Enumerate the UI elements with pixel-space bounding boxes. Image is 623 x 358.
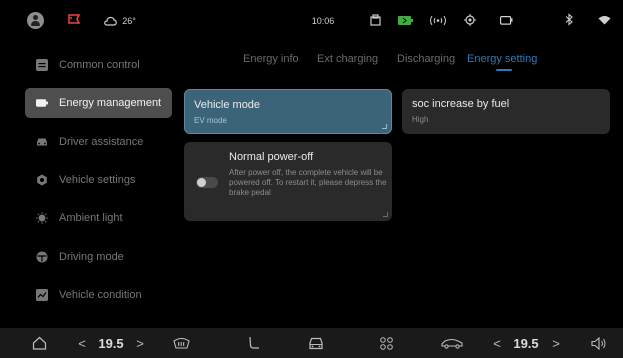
battery-icon	[398, 16, 413, 25]
sidebar-item-driving-mode[interactable]: Driving mode	[25, 242, 172, 272]
front-defrost-icon	[172, 337, 190, 349]
power-off-description: After power off, the complete vehicle wi…	[229, 168, 387, 197]
clipboard-icon	[370, 14, 381, 26]
volume-icon	[591, 336, 606, 350]
status-bar: 26° 10:06	[0, 0, 623, 42]
sidebar-item-label: Vehicle condition	[59, 289, 142, 301]
vehicle-mode-value: EV mode	[194, 116, 227, 125]
sidebar-item-vehicle-settings[interactable]: Vehicle settings	[25, 165, 172, 195]
right-temp-decrease[interactable]: <	[490, 328, 504, 358]
bottom-bar: < 19.5 > < 19.5 >	[0, 328, 623, 358]
soc-increase-title: soc increase by fuel	[412, 98, 510, 110]
chart-icon	[36, 289, 48, 301]
sidebar-item-label: Ambient light	[59, 212, 123, 224]
weather-temp: 26°	[122, 16, 136, 26]
left-temperature: 19.5	[98, 335, 124, 351]
volume-button[interactable]	[588, 328, 610, 358]
sidebar-item-label: Driving mode	[59, 251, 124, 263]
apps-icon	[379, 336, 393, 350]
sidebar-item-ambient-light[interactable]: Ambient light	[25, 203, 172, 233]
seat-icon	[248, 336, 259, 349]
camera-icon	[500, 16, 513, 25]
right-temp-increase[interactable]: >	[549, 328, 563, 358]
cloud-icon	[104, 16, 117, 26]
car-icon	[36, 136, 48, 148]
bluetooth-icon	[565, 13, 573, 26]
expand-corner-icon	[383, 212, 388, 217]
sidebar-item-label: Energy management	[59, 97, 162, 109]
signal-icon	[430, 15, 446, 26]
car-front-icon	[309, 337, 323, 349]
left-temp-increase[interactable]: >	[133, 328, 147, 358]
tab-discharging[interactable]: Discharging	[397, 53, 455, 65]
left-temp-decrease[interactable]: <	[75, 328, 89, 358]
home-button[interactable]	[28, 328, 50, 358]
front-defrost-button[interactable]	[170, 328, 192, 358]
sidebar-item-driver-assistance[interactable]: Driver assistance	[25, 127, 172, 157]
sidebar-item-label: Driver assistance	[59, 136, 144, 148]
soc-increase-value: High	[412, 115, 429, 124]
flag-icon	[68, 14, 81, 24]
active-tab-indicator	[496, 69, 512, 71]
right-temperature: 19.5	[513, 335, 539, 351]
toggle-knob	[197, 178, 206, 187]
power-off-toggle[interactable]	[196, 177, 218, 188]
vehicle-mode-card[interactable]: Vehicle mode EV mode	[184, 89, 392, 134]
apps-button[interactable]	[376, 328, 396, 358]
soc-increase-card[interactable]: soc increase by fuel High	[402, 89, 610, 134]
power-off-card: Normal power-off After power off, the co…	[184, 142, 392, 221]
sidebar-item-energy-management[interactable]: Energy management	[25, 88, 172, 118]
tab-energy-info[interactable]: Energy info	[243, 53, 299, 65]
vehicle-mode-title: Vehicle mode	[194, 99, 261, 111]
power-off-title: Normal power-off	[229, 151, 314, 163]
battery-icon	[36, 97, 48, 109]
car-side-icon	[441, 338, 463, 349]
clock: 10:06	[311, 16, 335, 26]
target-icon	[464, 14, 476, 26]
tab-energy-setting[interactable]: Energy setting	[467, 53, 537, 65]
sidebar-item-vehicle-condition[interactable]: Vehicle condition	[25, 280, 172, 310]
avatar[interactable]	[27, 12, 44, 29]
tab-ext-charging[interactable]: Ext charging	[317, 53, 378, 65]
steering-icon	[36, 251, 48, 263]
bulb-icon	[36, 211, 48, 224]
car-front-button[interactable]	[305, 328, 327, 358]
wifi-icon	[598, 16, 611, 25]
tab-bar: Energy info Ext charging Discharging Ene…	[0, 53, 623, 71]
car-side-button[interactable]	[438, 328, 466, 358]
seat-button[interactable]	[243, 328, 263, 358]
gear-icon	[36, 174, 48, 186]
home-icon	[32, 336, 46, 350]
expand-corner-icon	[382, 124, 387, 129]
sidebar-item-label: Vehicle settings	[59, 174, 136, 186]
